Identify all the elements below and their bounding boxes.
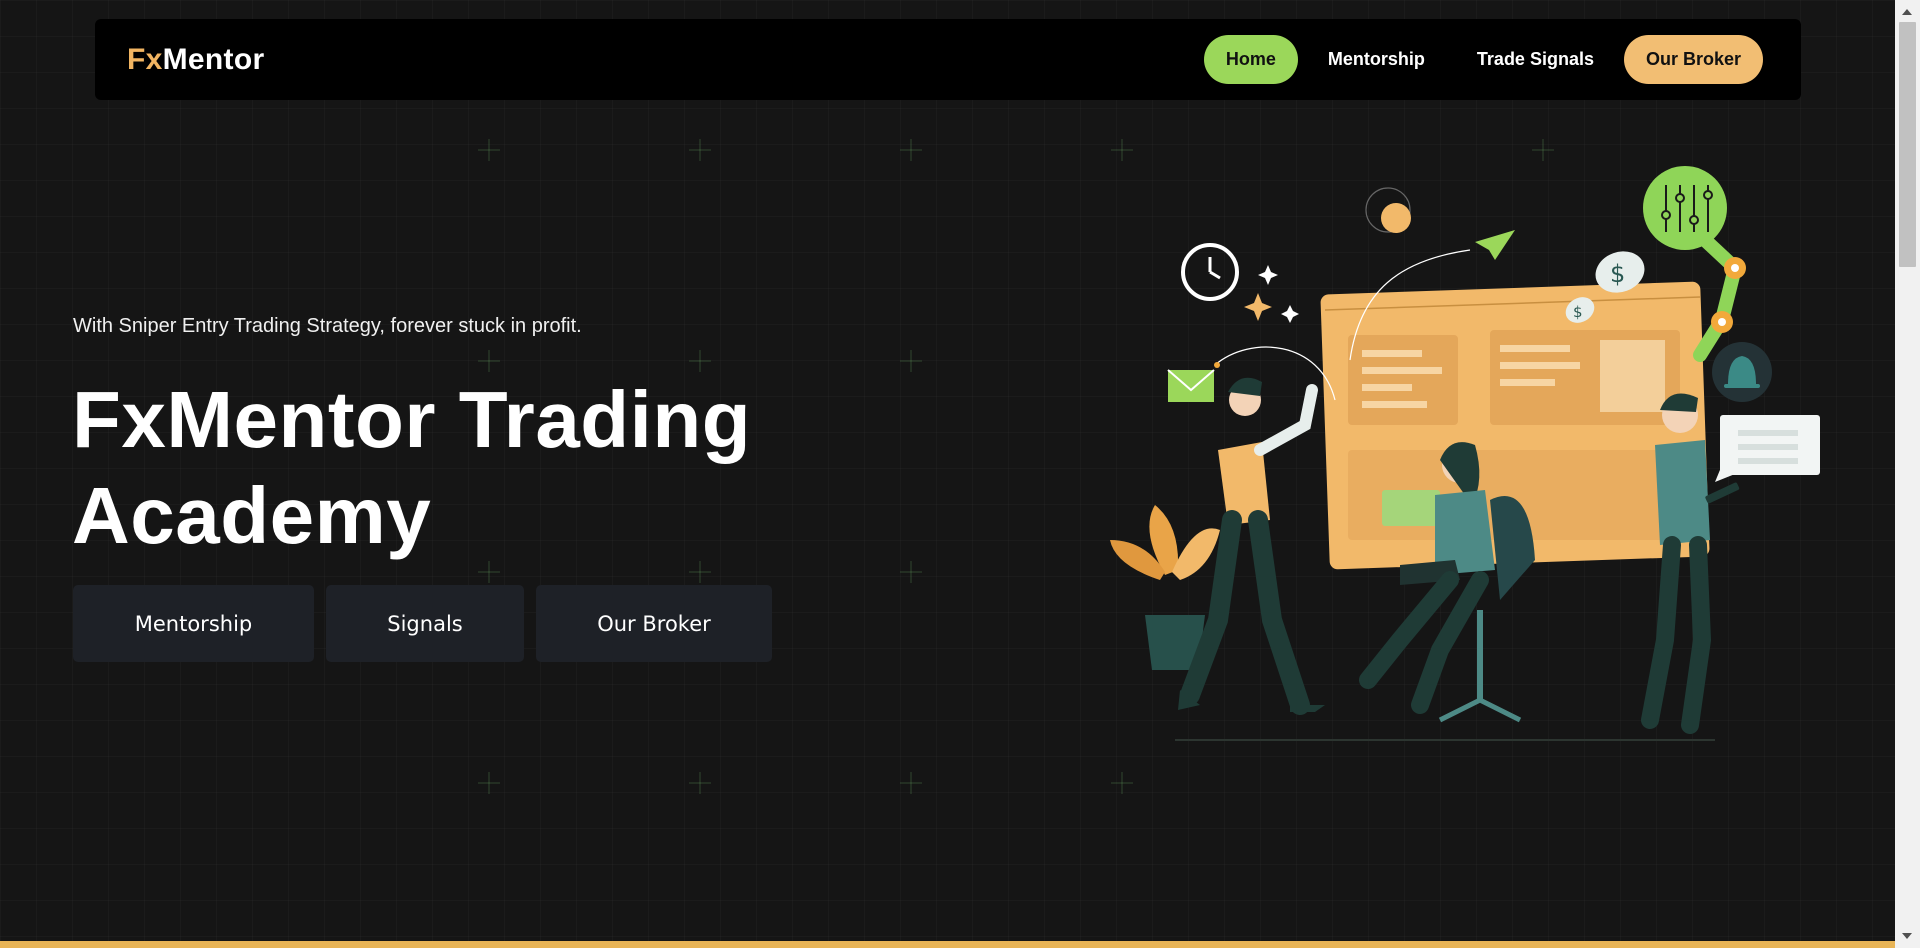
brand-suffix: Mentor [162,42,265,76]
hero-cta-group: Mentorship Signals Our Broker [73,585,772,662]
page-scrollbar[interactable] [1895,0,1920,948]
hero-title: FxMentor Trading Academy [72,375,752,560]
nav-trade-signals-link[interactable]: Trade Signals [1455,35,1616,84]
nav-mentorship-link[interactable]: Mentorship [1306,35,1447,84]
sparkle-icon [1244,265,1299,323]
scroll-thumb[interactable] [1899,22,1916,267]
hero-illustration: $ $ [1110,166,1820,741]
scroll-down-arrow-icon[interactable] [1902,933,1912,939]
hero-tagline: With Sniper Entry Trading Strategy, fore… [73,315,582,337]
brand-logo[interactable]: FxMentor [127,43,264,77]
cta-our-broker-button[interactable]: Our Broker [536,585,772,662]
scroll-up-arrow-icon[interactable] [1902,9,1912,15]
clock-icon [1181,243,1239,301]
svg-text:$: $ [1610,260,1625,288]
svg-text:$: $ [1573,303,1583,321]
main-nav: Home Mentorship Trade Signals Our Broker [1203,35,1763,84]
chat-bubble-icon [1715,415,1820,482]
cta-mentorship-button[interactable]: Mentorship [73,585,314,662]
cta-signals-button[interactable]: Signals [326,585,524,662]
bottom-accent-strip [0,941,1895,948]
navbar: FxMentor Home Mentorship Trade Signals O… [95,19,1801,100]
planet-icon [1365,187,1411,233]
nav-our-broker-button[interactable]: Our Broker [1623,35,1763,84]
brand-prefix: Fx [127,42,163,76]
bell-icon [1712,342,1772,402]
nav-home-button[interactable]: Home [1203,35,1298,84]
